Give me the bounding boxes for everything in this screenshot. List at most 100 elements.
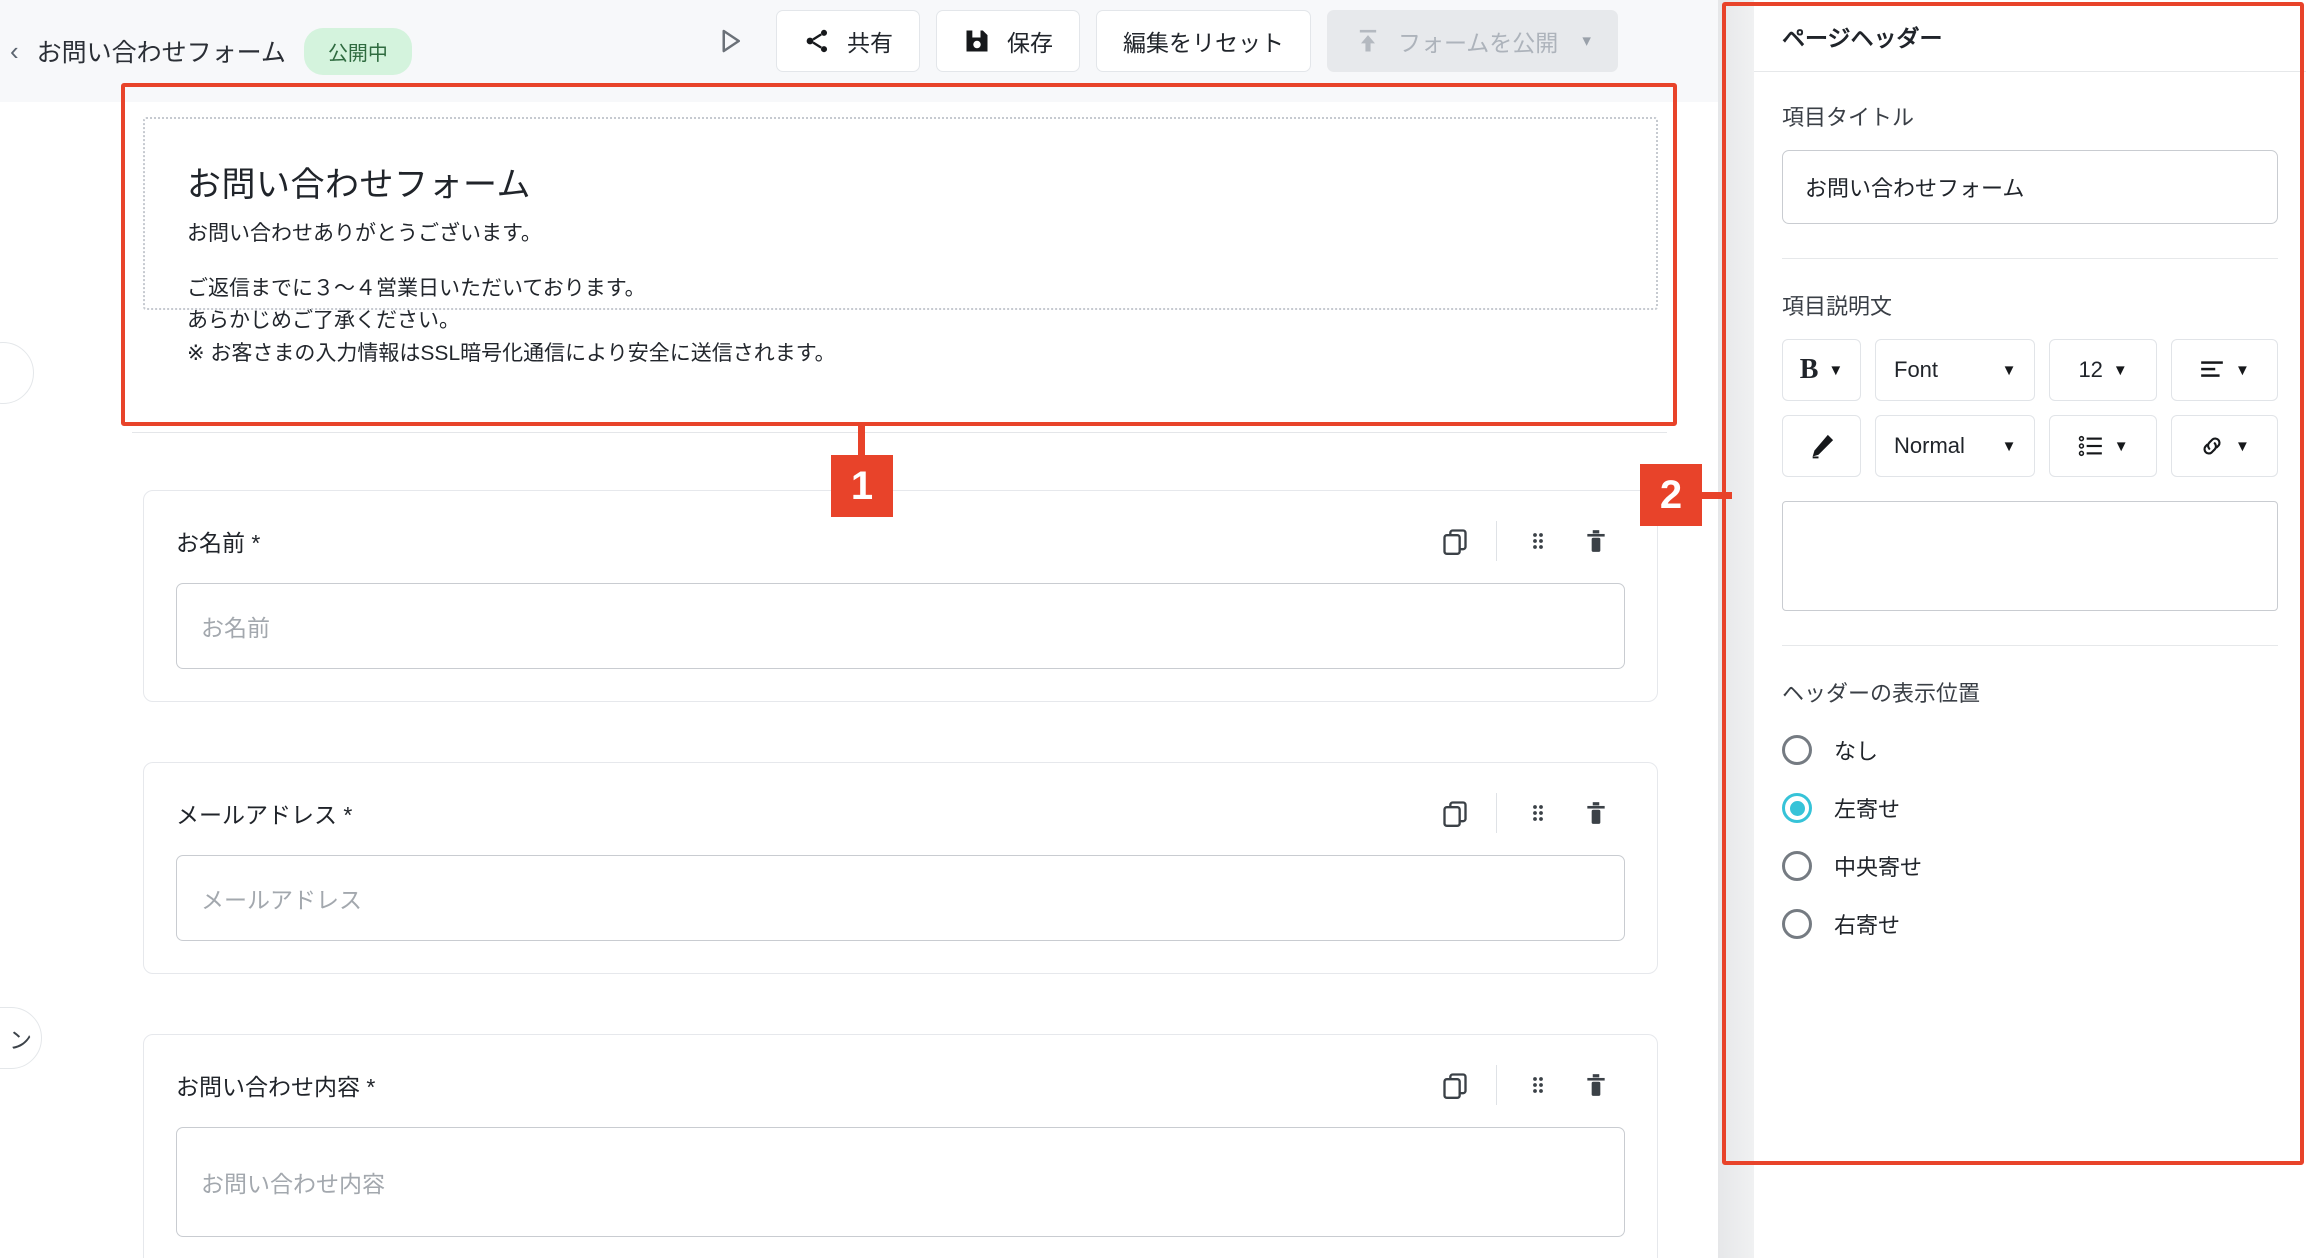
chevron-down-icon[interactable]: ▾: [1582, 31, 1591, 51]
save-button[interactable]: 保存: [936, 10, 1080, 72]
field-actions: [1426, 790, 1625, 836]
text-style-select[interactable]: Normal ▼: [1875, 415, 2036, 477]
left-edge-control-bottom[interactable]: ン: [0, 1007, 42, 1069]
link-icon: [2203, 437, 2221, 455]
sidebar-header: ページヘッダー: [1754, 0, 2306, 72]
field-input-name[interactable]: お名前: [176, 583, 1625, 669]
publish-form-label: フォームを公開: [1398, 30, 1559, 56]
field-placeholder: お名前: [201, 615, 270, 641]
toolbar-actions-group: 共有 保存 編集をリセット フォームを公開 ▾: [700, 10, 1618, 72]
trash-icon[interactable]: [1567, 518, 1625, 564]
upload-icon: [1359, 29, 1377, 52]
radio-option-none[interactable]: なし: [1782, 734, 2278, 766]
text-align-button[interactable]: ▼: [2170, 339, 2279, 401]
chevron-left-icon[interactable]: ‹: [10, 38, 19, 64]
item-description-textarea[interactable]: [1782, 501, 2278, 611]
item-title-value: お問い合わせフォーム: [1805, 176, 2025, 201]
radio-label: 右寄せ: [1834, 913, 1901, 938]
app-root: ‹ お問い合わせフォーム 公開中 共有 保存 編集をリセット フォームを公開 ▾…: [0, 0, 2306, 1258]
drag-handle-icon[interactable]: [1509, 518, 1567, 564]
trash-icon[interactable]: [1567, 1062, 1625, 1108]
radio-label: 左寄せ: [1834, 797, 1901, 822]
preview-button[interactable]: [700, 11, 760, 71]
form-field-card-email[interactable]: メールアドレス * メールアドレス: [143, 762, 1658, 974]
field-label: メールアドレス *: [176, 802, 353, 828]
panel-gap-strip: [1718, 0, 1754, 1258]
form-field-card-name[interactable]: お名前 * お名前: [143, 490, 1658, 702]
caret-down-icon[interactable]: ▼: [2235, 362, 2250, 379]
document-title: お問い合わせフォーム: [36, 39, 286, 67]
caret-down-icon[interactable]: ▼: [2235, 438, 2250, 455]
form-header-line-4: ※ お客さまの入力情報はSSL暗号化通信により安全に送信されます。: [187, 341, 836, 365]
field-input-message[interactable]: お問い合わせ内容: [176, 1127, 1625, 1237]
radio-label: 中央寄せ: [1834, 855, 1923, 880]
bold-icon: B: [1799, 354, 1819, 385]
left-edge-control-top[interactable]: [0, 342, 34, 404]
radio-selected-icon: [1782, 793, 1812, 823]
align-left-icon: [2201, 361, 2223, 377]
field-header: お問い合わせ内容 *: [176, 1061, 1625, 1109]
field-label: お問い合わせ内容 *: [176, 1074, 376, 1100]
sidebar-divider-2: [1782, 645, 2278, 646]
action-separator: [1496, 521, 1497, 561]
pen-highlight-icon: [1812, 434, 1833, 459]
form-canvas: ン お問い合わせフォーム お問い合わせありがとうございます。 ご返信までに３〜４…: [0, 102, 1718, 1258]
radio-icon: [1782, 851, 1812, 881]
action-separator: [1496, 1065, 1497, 1105]
annotation-badge-number: 2: [1659, 472, 1683, 517]
annotation-badge-2: 2: [1640, 464, 1702, 526]
copy-icon[interactable]: [1426, 1062, 1484, 1108]
caret-down-icon[interactable]: ▼: [2002, 438, 2017, 455]
annotation-badge-number: 1: [850, 463, 874, 508]
trash-icon[interactable]: [1567, 790, 1625, 836]
font-family-value: Font: [1894, 357, 1939, 382]
drag-handle-icon[interactable]: [1509, 790, 1567, 836]
field-header: お名前 *: [176, 517, 1625, 565]
caret-down-icon[interactable]: ▼: [2113, 362, 2128, 379]
top-toolbar: ‹ お問い合わせフォーム 公開中 共有 保存 編集をリセット フォームを公開 ▾: [0, 0, 1718, 102]
sidebar-divider-1: [1782, 258, 2278, 259]
left-edge-control-label: ン: [9, 1027, 32, 1053]
field-input-email[interactable]: メールアドレス: [176, 855, 1625, 941]
reset-edits-label: 編集をリセット: [1123, 30, 1284, 56]
radio-option-right[interactable]: 右寄せ: [1782, 908, 2278, 940]
save-label: 保存: [1007, 30, 1053, 56]
copy-icon[interactable]: [1426, 790, 1484, 836]
field-label: お名前 *: [176, 530, 261, 556]
share-nodes-icon: [806, 29, 828, 53]
radio-option-left[interactable]: 左寄せ: [1782, 792, 2278, 824]
font-size-select[interactable]: 12 ▼: [2049, 339, 2157, 401]
form-header-line-2: ご返信までに３〜４営業日いただいております。: [187, 276, 646, 300]
share-button[interactable]: 共有: [776, 10, 920, 72]
form-header-block[interactable]: お問い合わせフォーム お問い合わせありがとうございます。 ご返信までに３〜４営業…: [143, 117, 1658, 365]
caret-down-icon[interactable]: ▼: [1828, 362, 1843, 379]
publish-form-button[interactable]: フォームを公開 ▾: [1327, 10, 1618, 72]
rich-text-toolbar: B ▼ Font ▼ 12 ▼ ▼ Normal ▼ ▼ ▼: [1782, 339, 2279, 477]
reset-edits-button[interactable]: 編集をリセット: [1096, 10, 1311, 72]
radio-option-center[interactable]: 中央寄せ: [1782, 850, 2278, 882]
annotation-badge-1: 1: [831, 455, 893, 517]
copy-icon[interactable]: [1426, 518, 1484, 564]
caret-down-icon[interactable]: ▼: [2002, 362, 2017, 379]
drag-handle-icon[interactable]: [1509, 1062, 1567, 1108]
form-field-card-message[interactable]: お問い合わせ内容 * お問い合わせ内容: [143, 1034, 1658, 1258]
status-badge: 公開中: [303, 27, 412, 75]
link-button[interactable]: ▼: [2170, 415, 2279, 477]
field-header: メールアドレス *: [176, 789, 1625, 837]
field-placeholder: メールアドレス: [201, 887, 362, 913]
font-family-select[interactable]: Font ▼: [1875, 339, 2036, 401]
bullet-list-icon: [2078, 435, 2102, 457]
caret-down-icon[interactable]: ▼: [2114, 438, 2129, 455]
radio-label: なし: [1834, 739, 1879, 764]
bold-button[interactable]: B ▼: [1782, 339, 1861, 401]
sidebar-panel-title: ページヘッダー: [1782, 24, 1943, 51]
toolbar-left-group: ‹ お問い合わせフォーム 公開中: [0, 27, 412, 75]
item-title-input[interactable]: お問い合わせフォーム: [1782, 150, 2278, 224]
list-button[interactable]: ▼: [2049, 415, 2157, 477]
play-triangle-icon: [722, 29, 740, 53]
field-placeholder: お問い合わせ内容: [201, 1171, 385, 1197]
item-description-label: 項目説明文: [1782, 294, 1893, 319]
form-header-line-1: お問い合わせありがとうございます。: [187, 222, 542, 245]
item-title-label: 項目タイトル: [1782, 105, 1915, 130]
text-color-button[interactable]: [1782, 415, 1861, 477]
